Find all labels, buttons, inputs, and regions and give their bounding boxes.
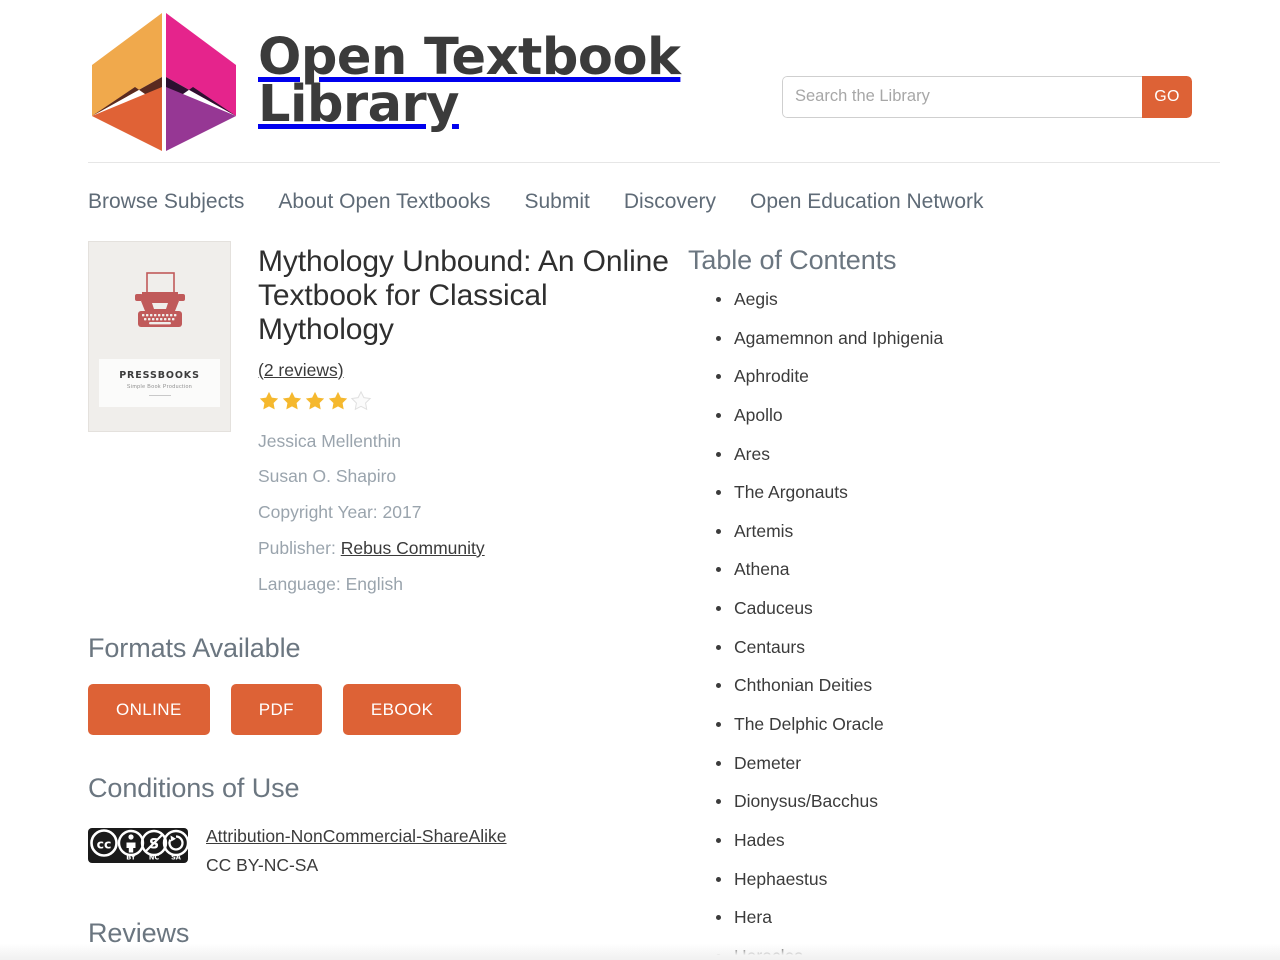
table-of-contents-heading: Table of Contents xyxy=(688,245,897,275)
license-link[interactable]: Attribution-NonCommercial-ShareAlike xyxy=(206,824,507,849)
nav-item-open-education-network[interactable]: Open Education Network xyxy=(750,190,983,214)
search-input[interactable] xyxy=(782,75,1142,118)
list-item[interactable]: Centaurs xyxy=(688,637,1192,657)
list-item[interactable]: Caduceus xyxy=(688,598,1192,618)
publisher-row: Publisher: Rebus Community xyxy=(258,537,688,560)
language: Language: English xyxy=(258,573,403,594)
reviews-heading: Reviews xyxy=(88,918,190,949)
book-summary: PRESSBOOKS Simple Book Production Mythol… xyxy=(88,241,688,595)
nav-item-browse-subjects[interactable]: Browse Subjects xyxy=(88,190,244,214)
list-item[interactable]: Hephaestus xyxy=(688,869,1192,889)
imprint-title: PRESSBOOKS xyxy=(119,370,200,381)
header-divider xyxy=(88,162,1220,163)
format-button-pdf[interactable]: PDF xyxy=(230,684,322,736)
publisher-link[interactable]: Rebus Community xyxy=(341,538,485,558)
list-item[interactable]: Ares xyxy=(688,444,1192,464)
list-item[interactable]: Athena xyxy=(688,560,1192,579)
list-item[interactable]: Agamemnon and Iphigenia xyxy=(688,328,1192,348)
library-search-form[interactable]: GO xyxy=(782,75,1192,118)
svg-text:cc: cc xyxy=(97,837,112,852)
list-item[interactable]: Aegis xyxy=(688,289,1192,309)
list-item[interactable]: Hera xyxy=(688,907,1192,927)
svg-text:NC: NC xyxy=(149,854,160,862)
list-item[interactable]: Apollo xyxy=(688,405,1192,425)
list-item[interactable]: Chthonian Deities xyxy=(688,676,1192,695)
svg-text:BY: BY xyxy=(126,854,136,862)
formats-button-group: ONLINE PDF EBOOK xyxy=(88,684,688,736)
list-item[interactable]: Dionysus/Bacchus xyxy=(688,792,1192,811)
format-button-online[interactable]: ONLINE xyxy=(88,684,210,736)
author-name-1: Jessica Mellenthin xyxy=(258,430,401,451)
nav-item-submit[interactable]: Submit xyxy=(525,190,590,214)
imprint-divider xyxy=(148,395,171,396)
publisher-label: Publisher: xyxy=(258,537,336,558)
book-cover-thumbnail[interactable]: PRESSBOOKS Simple Book Production xyxy=(88,241,231,432)
star-filled-4 xyxy=(327,390,349,417)
star-rating xyxy=(258,390,688,417)
list-item[interactable]: The Delphic Oracle xyxy=(688,714,1192,734)
table-of-contents-list: Aegis Agamemnon and Iphigenia Aphrodite … xyxy=(688,289,1192,960)
book-metadata: Mythology Unbound: An Online Textbook fo… xyxy=(258,241,688,595)
main-content: PRESSBOOKS Simple Book Production Mythol… xyxy=(0,241,1280,960)
creative-commons-badge-icon[interactable]: cc S BY xyxy=(88,828,190,868)
star-filled-3 xyxy=(304,390,326,417)
search-go-button[interactable]: GO xyxy=(1142,75,1192,118)
copyright-year: Copyright Year: 2017 xyxy=(258,502,422,523)
list-item[interactable]: Heracles xyxy=(688,946,1192,960)
license-code: CC BY-NC-SA xyxy=(206,854,319,875)
nav-item-about-open-textbooks[interactable]: About Open Textbooks xyxy=(278,190,490,214)
site-logo-wordmark: Open Textbook Library xyxy=(258,27,681,134)
nav-item-discovery[interactable]: Discovery xyxy=(624,190,716,214)
star-empty-5 xyxy=(350,390,372,417)
page-title: Mythology Unbound: An Online Textbook fo… xyxy=(258,245,669,347)
list-item[interactable]: Hades xyxy=(688,830,1192,850)
list-item[interactable]: The Argonauts xyxy=(688,482,1192,502)
license-text: Attribution-NonCommercial-ShareAlike CC … xyxy=(206,824,507,878)
star-filled-1 xyxy=(258,390,280,417)
format-button-ebook[interactable]: EBOOK xyxy=(342,684,462,736)
list-item[interactable]: Demeter xyxy=(688,753,1192,773)
site-header: Open Textbook Library GO xyxy=(0,0,1280,163)
list-item[interactable]: Aphrodite xyxy=(688,367,1192,386)
open-textbook-library-logo-icon xyxy=(88,11,240,153)
book-detail-column: PRESSBOOKS Simple Book Production Mythol… xyxy=(88,241,688,960)
primary-navigation: Browse Subjects About Open Textbooks Sub… xyxy=(0,163,1280,241)
page-root: Open Textbook Library GO Browse Subjects… xyxy=(0,0,1280,960)
typewriter-icon xyxy=(133,272,187,335)
list-item[interactable]: Artemis xyxy=(688,521,1192,541)
imprint-subtitle: Simple Book Production xyxy=(126,384,193,390)
formats-heading: Formats Available xyxy=(88,633,301,664)
pressbooks-imprint: PRESSBOOKS Simple Book Production xyxy=(99,359,220,407)
author-name-2: Susan O. Shapiro xyxy=(258,466,397,487)
conditions-of-use-heading: Conditions of Use xyxy=(88,773,300,804)
svg-text:SA: SA xyxy=(171,854,182,862)
site-logo-link[interactable]: Open Textbook Library xyxy=(88,11,681,153)
reviews-count-link[interactable]: (2 reviews) xyxy=(258,360,344,381)
table-of-contents-column: Table of Contents Aegis Agamemnon and Ip… xyxy=(688,241,1192,960)
star-filled-2 xyxy=(281,390,303,417)
license-row: cc S BY xyxy=(88,824,688,878)
